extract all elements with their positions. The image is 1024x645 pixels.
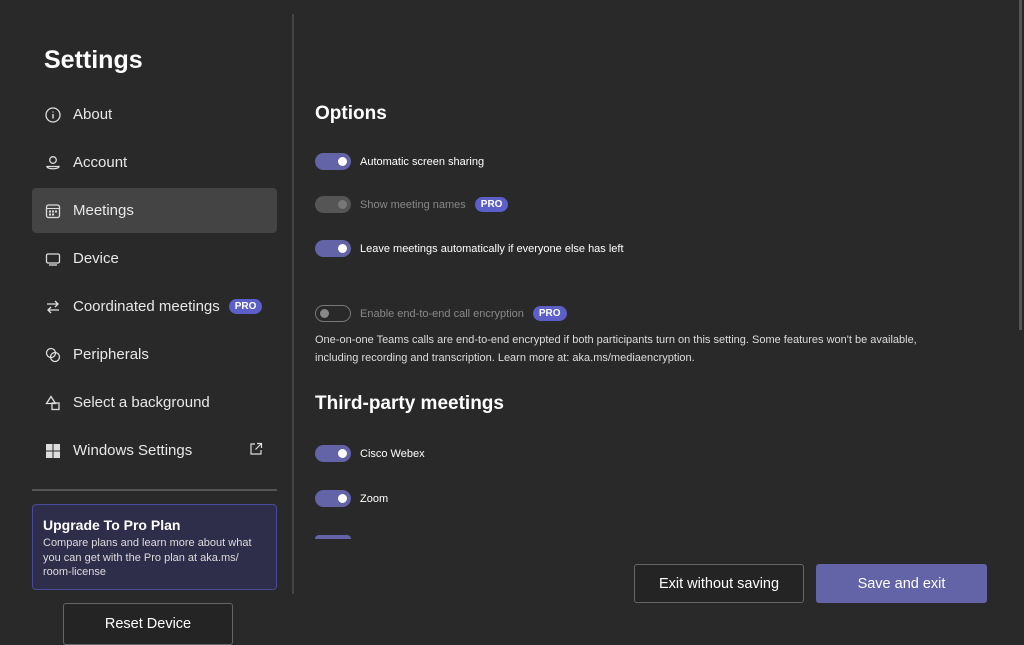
arrows-swap-icon	[44, 298, 62, 316]
option-leave-meetings: Leave meetings automatically if everyone…	[315, 240, 624, 257]
sidebar-item-peripherals[interactable]: Peripherals	[32, 332, 277, 377]
sidebar-item-label: Account	[73, 154, 128, 171]
scrollbar[interactable]	[1019, 0, 1022, 330]
pro-badge: PRO	[532, 306, 567, 321]
save-and-exit-button[interactable]: Save and exit	[816, 564, 987, 603]
info-icon	[44, 106, 62, 124]
page-title: Settings	[44, 46, 143, 74]
upgrade-title: Upgrade To Pro Plan	[43, 517, 181, 533]
sidebar-item-label: Windows Settings	[73, 442, 193, 459]
option-e2e-encryption: Enable end-to-end call encryption PRO	[315, 305, 567, 322]
sidebar-item-label: Meetings	[73, 202, 134, 219]
pro-badge: PRO	[474, 197, 509, 212]
sidebar-item-label: About	[73, 106, 113, 123]
toggle[interactable]	[315, 240, 351, 257]
upgrade-card[interactable]: Upgrade To Pro Plan Compare plans and le…	[32, 504, 277, 590]
windows-icon	[44, 442, 62, 460]
toggle[interactable]	[315, 445, 351, 462]
option-label: Automatic screen sharing	[360, 155, 485, 168]
upgrade-text: Compare plans and learn more about what …	[43, 537, 252, 578]
sidebar-item-label: Peripherals	[73, 346, 149, 363]
sidebar-item-label: Device	[73, 250, 119, 267]
option-label: Enable end-to-end call encryption	[360, 307, 524, 320]
peripherals-icon	[44, 346, 62, 364]
sidebar-item-coordinated-meetings[interactable]: Coordinated meetings PRO	[32, 284, 277, 329]
sidebar-item-device[interactable]: Device	[32, 236, 277, 281]
toggle[interactable]	[315, 196, 351, 213]
options-heading: Options	[315, 103, 387, 124]
option-automatic-screen-sharing: Automatic screen sharing	[315, 153, 484, 170]
encryption-description: One-on-one Teams calls are end-to-end en…	[315, 334, 917, 364]
option-label: Leave meetings automatically if everyone…	[360, 242, 624, 255]
external-link-icon	[249, 442, 263, 460]
divider	[32, 489, 277, 491]
exit-without-saving-button[interactable]: Exit without saving	[634, 564, 804, 603]
toggle[interactable]	[315, 153, 351, 170]
toggle[interactable]	[315, 305, 351, 322]
option-label: Zoom	[360, 492, 389, 505]
option-zoom: Zoom	[315, 490, 388, 507]
toggle-partial[interactable]	[315, 535, 351, 539]
person-icon	[44, 154, 62, 172]
toggle[interactable]	[315, 490, 351, 507]
monitor-icon	[44, 250, 62, 268]
sidebar-item-label: Coordinated meetings	[73, 298, 220, 315]
option-show-meeting-names: Show meeting names PRO	[315, 196, 509, 213]
option-cisco-webex: Cisco Webex	[315, 445, 425, 462]
sidebar-item-label: Select a background	[73, 394, 210, 411]
sidebar-item-account[interactable]: Account	[32, 140, 277, 185]
third-party-heading: Third-party meetings	[315, 393, 504, 414]
sidebar-item-windows-settings[interactable]: Windows Settings	[32, 428, 277, 473]
sidebar-divider	[292, 14, 294, 594]
sidebar-item-select-background[interactable]: Select a background	[32, 380, 277, 425]
option-label: Cisco Webex	[360, 447, 425, 460]
sidebar-item-meetings[interactable]: Meetings	[32, 188, 277, 233]
shapes-icon	[44, 394, 62, 412]
reset-device-button[interactable]: Reset Device	[63, 603, 233, 645]
pro-badge: PRO	[228, 299, 263, 314]
option-label: Show meeting names	[360, 198, 466, 211]
sidebar-item-about[interactable]: About	[32, 92, 277, 137]
calendar-icon	[44, 202, 62, 220]
